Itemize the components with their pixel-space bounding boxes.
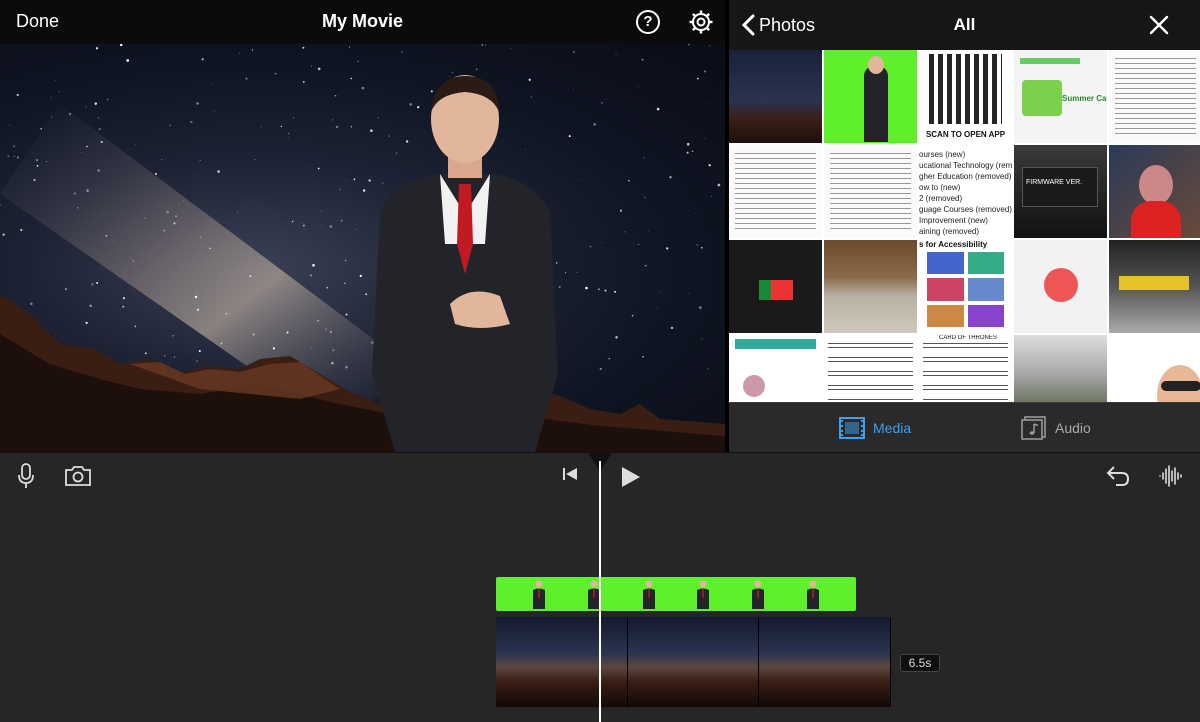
skip-back-icon[interactable] <box>562 467 578 481</box>
photo-thumbnail[interactable] <box>1109 50 1200 143</box>
photo-thumbnail[interactable] <box>824 335 917 402</box>
photos-back-button[interactable]: Photos <box>741 13 815 37</box>
playhead[interactable] <box>599 461 601 722</box>
clip-frame-presenter <box>697 580 710 609</box>
clip-frame-presenter <box>642 580 655 609</box>
clip-frame-presenter <box>751 580 764 609</box>
clip-frame <box>759 617 891 707</box>
microphone-icon[interactable] <box>18 463 34 489</box>
camera-icon[interactable] <box>64 465 92 487</box>
thumbnail-caption: SCAN TO OPEN APP <box>925 130 1006 139</box>
clip-frame <box>496 617 628 707</box>
photo-thumbnail[interactable]: Summer Camp 19 <box>1014 50 1107 143</box>
clip-frame-presenter <box>533 580 546 609</box>
green-screen-clip[interactable] <box>496 577 856 611</box>
audio-waveform-icon[interactable] <box>1158 465 1184 487</box>
clip-frame <box>627 617 760 707</box>
list-line: gher Education (removed) <box>919 172 1012 181</box>
list-line: guage Courses (removed) <box>919 205 1012 214</box>
list-line: Improvement (new) <box>919 216 988 225</box>
thumbnail-caption: FIRMWARE VER. <box>1026 179 1083 186</box>
photo-thumbnail[interactable]: FIRMWARE VER. <box>1014 145 1107 238</box>
play-icon[interactable] <box>620 465 642 489</box>
photo-thumbnail[interactable]: CARD OF THRONES <box>919 335 1012 402</box>
clip-duration-badge: 6.5s <box>900 654 940 672</box>
photo-thumbnail[interactable] <box>1109 240 1200 333</box>
photos-back-label: Photos <box>759 14 816 35</box>
list-line: ourses (new) <box>919 150 966 159</box>
photo-thumbnail[interactable] <box>729 240 822 333</box>
clip-frame-presenter <box>806 580 819 609</box>
background-video-clip[interactable] <box>496 617 891 707</box>
help-icon[interactable]: ? <box>636 10 660 34</box>
photo-thumbnail[interactable]: ourses (new) ucational Technology (remove… <box>919 145 1012 238</box>
tab-audio[interactable]: Audio <box>1021 416 1091 440</box>
tab-audio-label: Audio <box>1055 420 1091 436</box>
photo-thumbnail[interactable] <box>824 145 917 238</box>
editor-toolbar: Done My Movie ? <box>0 0 725 44</box>
tab-media[interactable]: Media <box>839 416 911 440</box>
thumbnail-caption: Summer Camp 19 <box>1062 94 1107 103</box>
thumbnail-caption: s for Accessibility <box>919 240 988 249</box>
photo-grid: SCAN TO OPEN APP Summer Camp 19 ourses (ne… <box>729 50 1200 402</box>
photos-header: Photos All <box>729 0 1200 50</box>
list-line: ow to (new) <box>919 183 961 192</box>
project-title: My Movie <box>321 11 404 31</box>
photo-thumbnail[interactable] <box>1109 145 1200 238</box>
music-note-icon <box>1021 416 1046 440</box>
photo-thumbnail[interactable]: s for Accessibility <box>919 240 1012 333</box>
photo-thumbnail[interactable] <box>729 145 822 238</box>
photo-thumbnail[interactable]: SCAN TO OPEN APP <box>919 50 1012 143</box>
photo-thumbnail[interactable] <box>1014 240 1107 333</box>
photo-thumbnail[interactable] <box>1109 335 1200 402</box>
media-type-tabs: Media Audio <box>729 402 1200 452</box>
undo-icon[interactable] <box>1106 465 1130 487</box>
chevron-left-icon <box>741 14 755 36</box>
video-viewer[interactable] <box>0 44 725 452</box>
thumbnail-caption: CARD OF THRONES <box>939 335 997 341</box>
list-line: ucational Technology (removed) <box>919 161 1012 170</box>
gear-icon[interactable] <box>689 10 713 34</box>
list-line: aining (removed) <box>919 227 980 236</box>
photo-thumbnail[interactable] <box>729 335 822 402</box>
list-line: 2 (removed) <box>919 194 963 203</box>
done-button[interactable]: Done <box>16 11 59 32</box>
close-icon[interactable] <box>1149 15 1169 35</box>
photo-thumbnail[interactable] <box>729 50 822 143</box>
tab-media-label: Media <box>873 420 912 436</box>
photo-thumbnail[interactable] <box>1014 335 1107 402</box>
presenter-figure <box>372 75 558 452</box>
film-icon <box>839 417 865 439</box>
photo-thumbnail[interactable] <box>824 50 917 143</box>
timeline[interactable]: 6.5s <box>0 452 1200 722</box>
photo-thumbnail[interactable] <box>824 240 917 333</box>
